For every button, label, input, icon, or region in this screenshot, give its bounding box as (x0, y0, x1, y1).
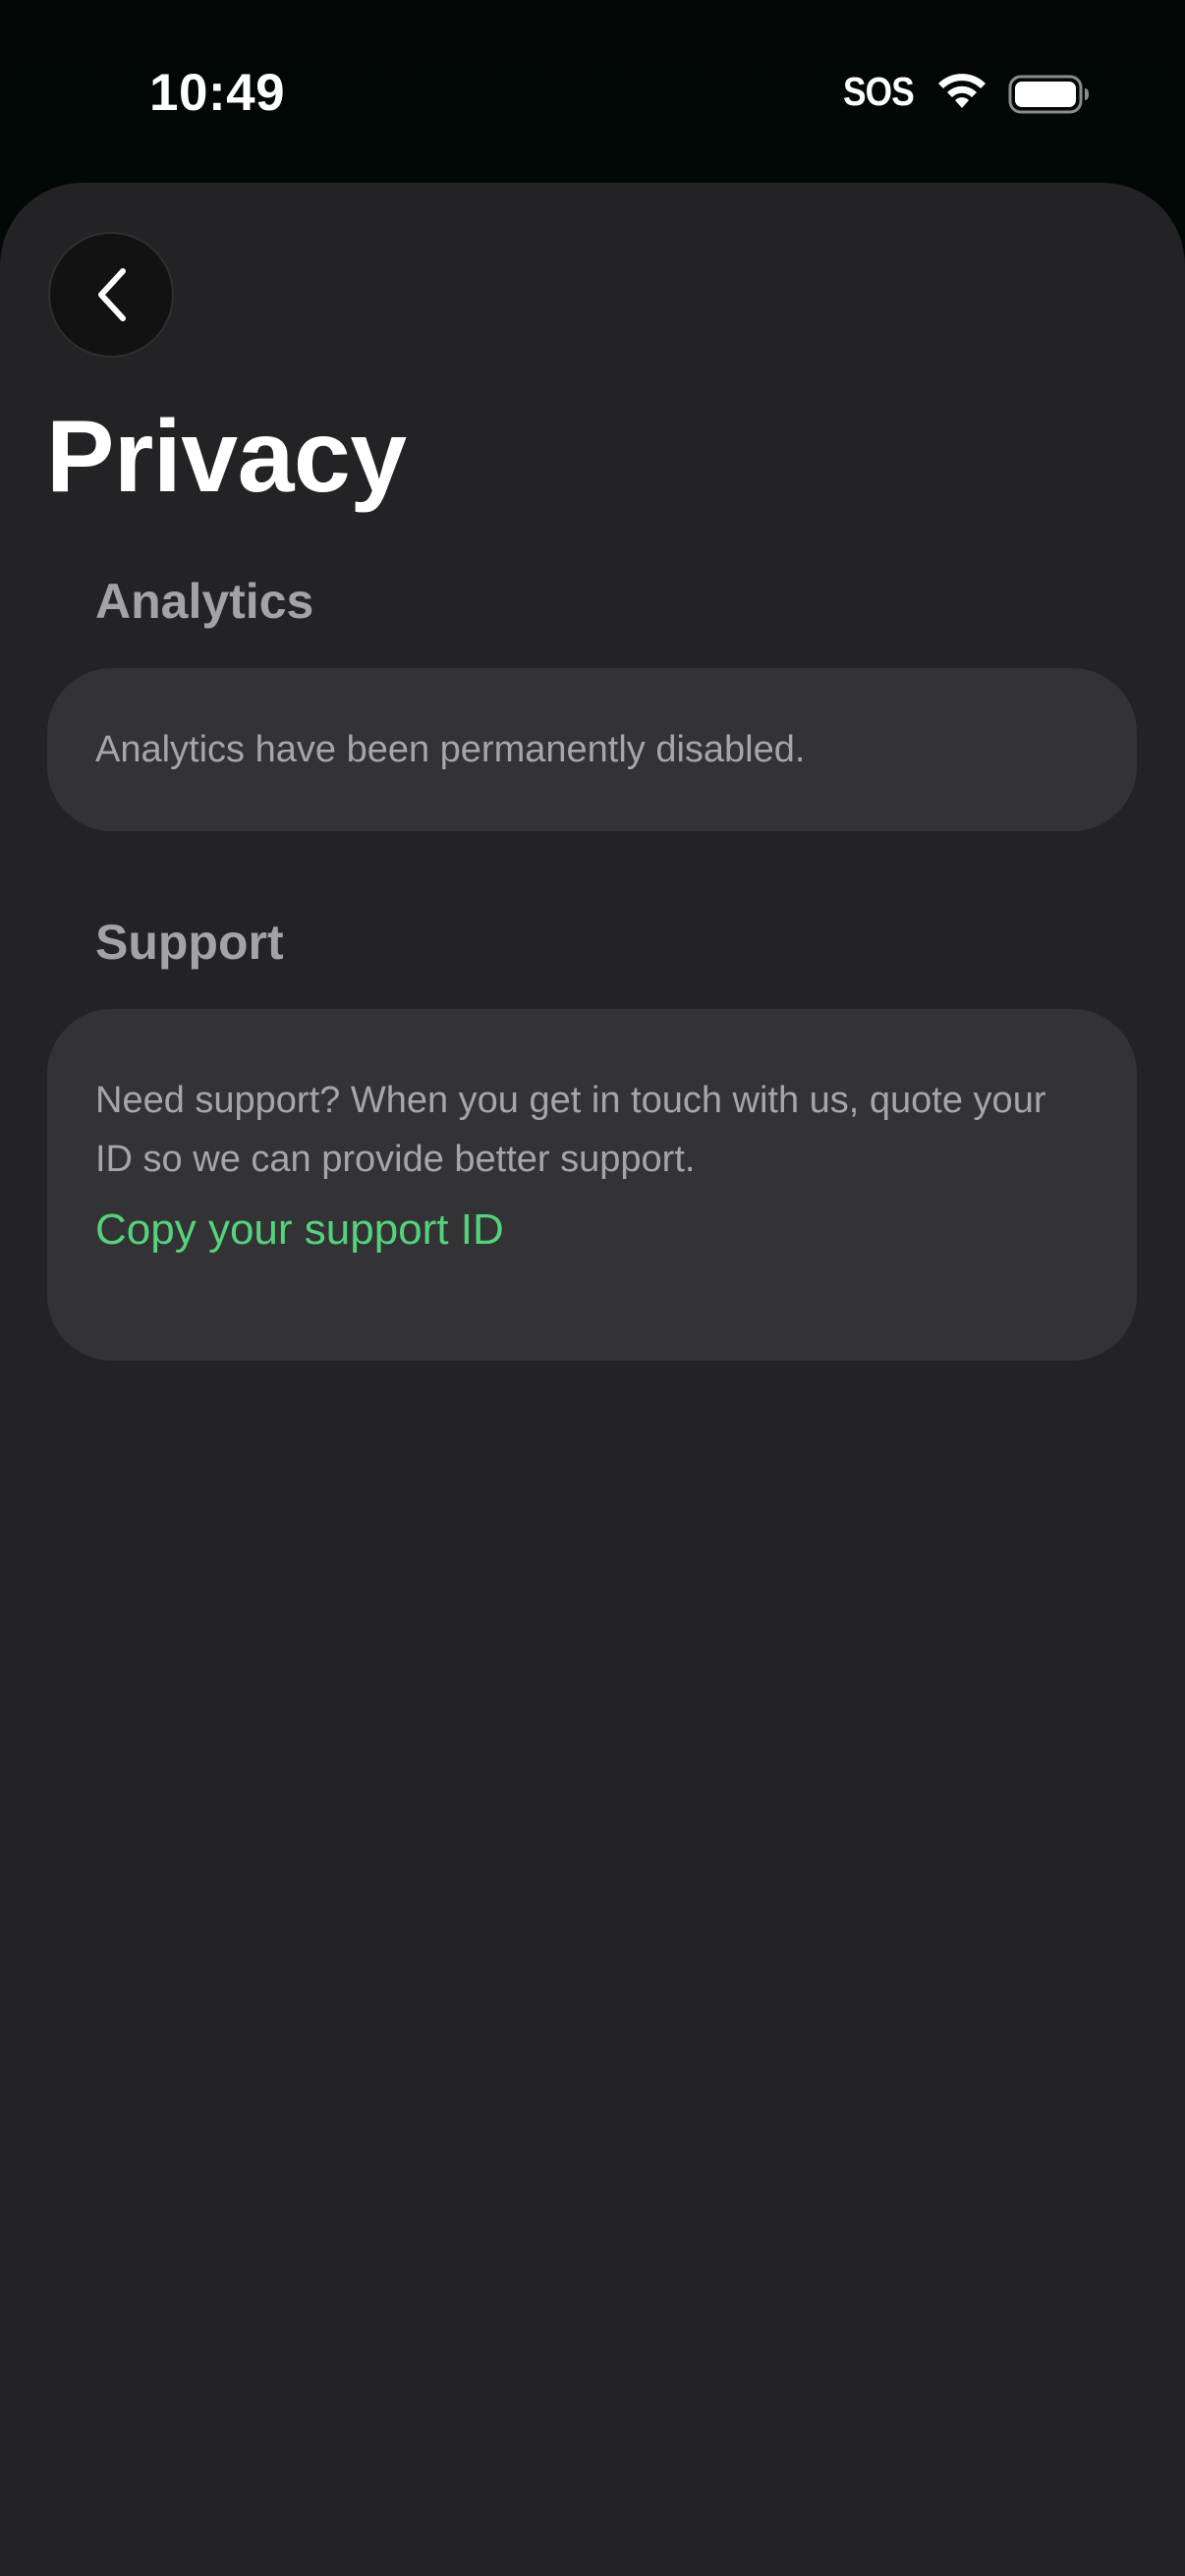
section-header-analytics: Analytics (95, 574, 314, 629)
battery-icon (1008, 75, 1091, 114)
support-card: Need support? When you get in touch with… (47, 1009, 1137, 1361)
analytics-card: Analytics have been permanently disabled… (47, 668, 1137, 831)
wifi-icon (935, 71, 988, 110)
status-time: 10:49 (149, 64, 286, 122)
privacy-sheet: Privacy Analytics Analytics have been pe… (0, 183, 1185, 2576)
support-description: Need support? When you get in touch with… (95, 1080, 1046, 1180)
copy-support-id-link[interactable]: Copy your support ID (95, 1204, 504, 1257)
analytics-status-text: Analytics have been permanently disabled… (95, 729, 806, 770)
section-header-support: Support (95, 915, 284, 970)
status-bar: 10:49 SOS (0, 0, 1185, 183)
app-screen: 10:49 SOS Privacy Analytics Analytics ha… (0, 0, 1185, 2576)
page-title: Privacy (46, 400, 407, 514)
back-button[interactable] (48, 232, 174, 358)
sos-indicator: SOS (843, 69, 915, 114)
chevron-left-icon (98, 268, 126, 321)
